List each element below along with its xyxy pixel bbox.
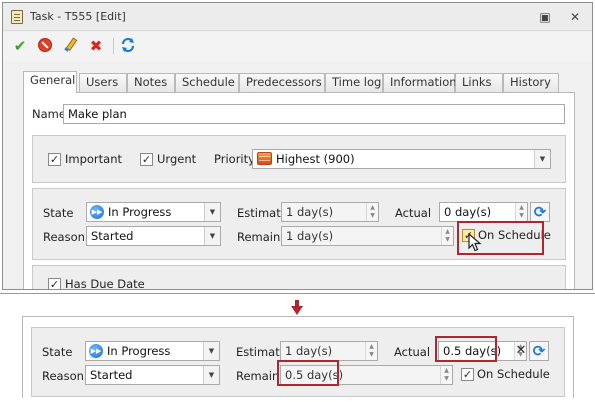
- reason-dropdown[interactable]: Started ▼: [85, 365, 220, 385]
- tab-general[interactable]: General: [23, 71, 77, 93]
- save-icon[interactable]: ✔: [11, 37, 29, 55]
- clear-actual-icon[interactable]: ✕: [513, 341, 529, 361]
- task-document-icon: [11, 10, 23, 24]
- tab-schedule[interactable]: Schedule: [175, 73, 239, 92]
- reason-label: Reason: [43, 230, 85, 244]
- tab-links[interactable]: Links: [455, 73, 503, 92]
- state-dropdown[interactable]: ▶▶ In Progress ▼: [86, 202, 221, 222]
- reason-dropdown[interactable]: Started ▼: [86, 226, 221, 246]
- urgent-label: Urgent: [157, 152, 197, 166]
- after-panel: State ▶▶ In Progress ▼ Reason Started ▼ …: [22, 316, 574, 398]
- estimate-spinner: ▲ ▼: [366, 203, 378, 221]
- reason-value: Started: [90, 368, 133, 382]
- has-due-date-checkbox[interactable]: ✓: [48, 278, 61, 289]
- on-schedule-checkbox[interactable]: ✓: [461, 368, 474, 381]
- tab-notes[interactable]: Notes: [127, 73, 175, 92]
- actual-input[interactable]: 0 day(s) ▲ ▼: [439, 202, 528, 222]
- tab-history[interactable]: History: [503, 73, 559, 92]
- arrow-down-icon: [291, 300, 303, 315]
- window-title: Task - T555 [Edit]: [30, 10, 126, 23]
- actual-highlight: [435, 336, 497, 362]
- edit-icon[interactable]: [62, 37, 80, 55]
- task-edit-window: Task - T555 [Edit] ▣ ✕ ✔ ✖ General Users…: [2, 2, 593, 290]
- chevron-down-icon[interactable]: ▼: [204, 203, 220, 221]
- remain-label: Remain: [236, 369, 280, 383]
- state-label: State: [43, 206, 74, 220]
- tab-predecessors[interactable]: Predecessors: [239, 73, 325, 92]
- close-window-icon[interactable]: ✕: [567, 9, 583, 25]
- priority-label: Priority: [214, 152, 255, 166]
- cancel-icon[interactable]: [36, 37, 54, 55]
- divider-line: [0, 293, 595, 294]
- estimate-value: 1 day(s): [285, 344, 333, 358]
- general-tab-panel: Name Make plan ✓ Important ✓ Urgent Prio…: [23, 92, 575, 290]
- reason-value: Started: [91, 229, 134, 243]
- name-label: Name: [32, 107, 66, 121]
- estimate-field: 1 day(s) ▲ ▼: [281, 202, 379, 222]
- tab-information[interactable]: Information: [383, 73, 457, 92]
- chevron-down-icon[interactable]: ▼: [203, 366, 219, 384]
- tab-time-log[interactable]: Time log: [325, 73, 383, 92]
- actual-label: Actual: [395, 206, 432, 220]
- state-dropdown[interactable]: ▶▶ In Progress ▼: [85, 341, 220, 361]
- remain-spinner: ▲ ▼: [441, 227, 453, 245]
- mouse-cursor-icon: [468, 233, 482, 252]
- delete-icon[interactable]: ✖: [87, 37, 105, 55]
- has-due-date-label: Has Due Date: [65, 277, 145, 290]
- recalculate-button[interactable]: ⟳: [529, 341, 549, 361]
- remain-field: 1 day(s) ▲ ▼: [281, 226, 454, 246]
- important-checkbox[interactable]: ✓: [48, 153, 61, 166]
- estimate-spinner: ▲ ▼: [365, 342, 377, 360]
- state-label: State: [42, 345, 73, 359]
- priority-value: Highest (900): [276, 152, 355, 166]
- state-value: In Progress: [107, 344, 171, 358]
- on-schedule-label: On Schedule: [477, 367, 550, 381]
- remain-highlight: [277, 360, 339, 386]
- actual-label: Actual: [394, 345, 431, 359]
- tab-users[interactable]: Users: [79, 73, 127, 92]
- toolbar: ✔ ✖: [3, 32, 592, 62]
- priority-highest-icon: [257, 152, 272, 165]
- state-value: In Progress: [108, 205, 172, 219]
- recalculate-button[interactable]: ⟳: [530, 202, 550, 222]
- important-label: Important: [65, 152, 123, 166]
- toolbar-separator: [113, 38, 114, 54]
- name-input[interactable]: Make plan: [63, 104, 565, 124]
- reason-label: Reason: [42, 369, 84, 383]
- remain-value: 1 day(s): [286, 229, 334, 243]
- actual-value: 0 day(s): [444, 205, 492, 219]
- in-progress-icon: ▶▶: [90, 205, 104, 219]
- due-date-group: ✓ Has Due Date: [32, 265, 566, 290]
- estimate-field: 1 day(s) ▲ ▼: [280, 341, 378, 361]
- chevron-down-icon[interactable]: ▼: [203, 342, 219, 360]
- restore-window-icon[interactable]: ▣: [537, 9, 553, 25]
- chevron-down-icon[interactable]: ▼: [534, 150, 550, 168]
- remain-spinner: ▲ ▼: [440, 366, 452, 384]
- refresh-icon[interactable]: [119, 37, 137, 55]
- urgent-checkbox[interactable]: ✓: [140, 153, 153, 166]
- title-bar: Task - T555 [Edit] ▣ ✕: [3, 3, 592, 31]
- chevron-down-icon[interactable]: ▼: [204, 227, 220, 245]
- remain-label: Remain: [237, 230, 281, 244]
- priority-dropdown[interactable]: Highest (900) ▼: [252, 149, 551, 169]
- estimate-value: 1 day(s): [286, 205, 334, 219]
- actual-spinner[interactable]: ▲ ▼: [515, 203, 527, 221]
- flags-group: ✓ Important ✓ Urgent Priority Highest (9…: [32, 135, 566, 183]
- tab-strip: General Users Notes Schedule Predecessor…: [23, 71, 573, 93]
- in-progress-icon: ▶▶: [89, 344, 103, 358]
